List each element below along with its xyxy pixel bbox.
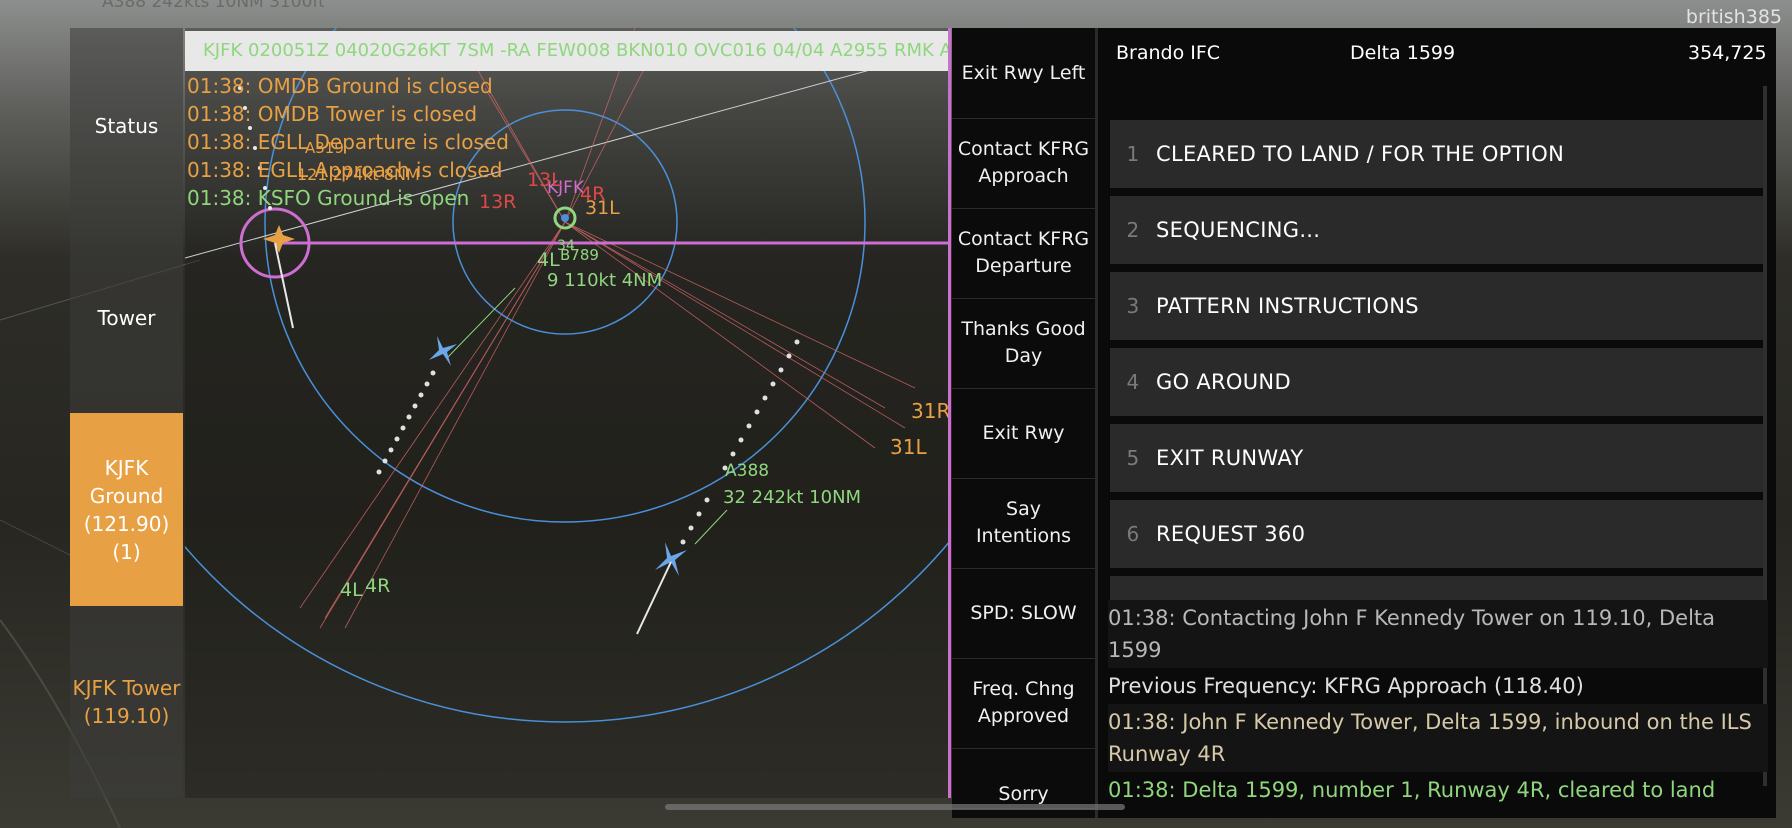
tab-tower[interactable]: Tower (70, 223, 183, 413)
log-line: 01:38: John F Kennedy Tower, Delta 1599,… (1108, 704, 1768, 772)
command-pattern-instructions[interactable]: 3 PATTERN INSTRUCTIONS (1110, 272, 1764, 340)
command-list[interactable]: 1 CLEARED TO LAND / FOR THE OPTION 2 SEQ… (1110, 90, 1770, 602)
thanks-good-day-button[interactable]: Thanks Good Day (952, 298, 1095, 389)
score: 354,725 (1688, 42, 1767, 64)
runway-label: 13L (527, 169, 562, 191)
frequency-tabs: Status Tower KJFK Ground (121.90) (1) KJ… (70, 28, 183, 798)
say-intentions-button[interactable]: Say Intentions (952, 478, 1095, 569)
aircraft-info: 32 242kt 10NM (723, 487, 861, 508)
command-label: EXIT RUNWAY (1156, 446, 1304, 470)
alert-line: 01:38: KSFO Ground is open (187, 186, 470, 210)
runway-label: 4L (340, 579, 363, 601)
airplane-icon (429, 336, 457, 366)
runway-label: 31L (585, 197, 620, 219)
aircraft-tag-top: A388 242kts 10NM 3100ft (102, 0, 325, 12)
aircraft-a388[interactable]: A388 32 242kt 10NM (636, 339, 861, 635)
command-number: 2 (1126, 218, 1140, 242)
username-tag: british385 (1685, 6, 1782, 28)
aircraft-alt: 34 (557, 238, 575, 254)
runway-label: 31R (911, 399, 950, 423)
command-item-partial[interactable] (1110, 576, 1764, 602)
command-sequencing[interactable]: 2 SEQUENCING... (1110, 196, 1764, 264)
runway-label: 31L (890, 435, 927, 459)
command-exit-runway[interactable]: 5 EXIT RUNWAY (1110, 424, 1764, 492)
exit-rwy-left-button[interactable]: Exit Rwy Left (952, 28, 1095, 119)
exit-rwy-button[interactable]: Exit Rwy (952, 388, 1095, 479)
command-number: 4 (1126, 370, 1140, 394)
tab-kjfk-ground[interactable]: KJFK Ground (121.90) (1) (70, 413, 183, 606)
command-number: 6 (1126, 522, 1140, 546)
metar-bar: KJFK 020051Z 04020G26KT 7SM -RA FEW008 B… (185, 31, 950, 71)
command-label: REQUEST 360 (1156, 522, 1306, 546)
panel-divider (948, 28, 951, 798)
command-number: 3 (1126, 294, 1140, 318)
horizontal-scrollbar[interactable] (665, 804, 1125, 810)
command-label: SEQUENCING... (1156, 218, 1321, 242)
command-number: 5 (1126, 446, 1140, 470)
command-cleared-to-land[interactable]: 1 CLEARED TO LAND / FOR THE OPTION (1110, 120, 1764, 188)
selected-callsign: Delta 1599 (1350, 42, 1456, 64)
freq-change-approved-button[interactable]: Freq. Chng Approved (952, 658, 1095, 749)
alert-line: 01:38: EGLL Approach is closed (187, 158, 503, 182)
command-number: 1 (1126, 142, 1140, 166)
airplane-icon (655, 542, 687, 576)
alert-line: 01:38: OMDB Tower is closed (187, 102, 478, 126)
tab-status[interactable]: Status (70, 28, 183, 223)
aircraft-b789[interactable]: B789 34 9 110kt 4NM (376, 238, 663, 475)
tab-kjfk-tower[interactable]: KJFK Tower (119.10) (70, 606, 183, 798)
log-line: 01:38: Delta 1599, number 1, Runway 4R, … (1108, 778, 1716, 802)
aircraft-type: A388 (725, 461, 769, 481)
radio-log: 01:38: Contacting John F Kennedy Tower o… (1108, 600, 1768, 808)
alert-line: 01:38: OMDB Ground is closed (187, 74, 493, 98)
alert-log: 01:38: OMDB Ground is closed 01:38: OMDB… (187, 72, 509, 212)
airport-center-dot (561, 214, 569, 222)
log-line: Previous Frequency: KFRG Approach (118.4… (1108, 674, 1584, 698)
contact-departure-button[interactable]: Contact KFRG Departure (952, 208, 1095, 299)
command-go-around[interactable]: 4 GO AROUND (1110, 348, 1764, 416)
command-request-360[interactable]: 6 REQUEST 360 (1110, 500, 1764, 568)
command-label: CLEARED TO LAND / FOR THE OPTION (1156, 142, 1565, 166)
log-line: 01:38: Contacting John F Kennedy Tower o… (1108, 600, 1768, 668)
runway-label: 4R (365, 575, 390, 597)
command-label: PATTERN INSTRUCTIONS (1156, 294, 1419, 318)
alert-line: 01:38: EGLL Departure is closed (187, 130, 509, 154)
aircraft-info: 9 110kt 4NM (547, 270, 662, 291)
command-label: GO AROUND (1156, 370, 1291, 394)
user-name: Brando IFC (1116, 42, 1221, 64)
quick-command-column: Exit Rwy Left Contact KFRG Approach Cont… (952, 28, 1098, 818)
panel-header: Brando IFC Delta 1599 354,725 (1098, 28, 1776, 78)
speed-slow-button[interactable]: SPD: SLOW (952, 568, 1095, 659)
command-panel: Brando IFC Delta 1599 354,725 1 CLEARED … (1098, 28, 1776, 818)
sorry-button[interactable]: Sorry (952, 748, 1095, 809)
contact-approach-button[interactable]: Contact KFRG Approach (952, 118, 1095, 209)
